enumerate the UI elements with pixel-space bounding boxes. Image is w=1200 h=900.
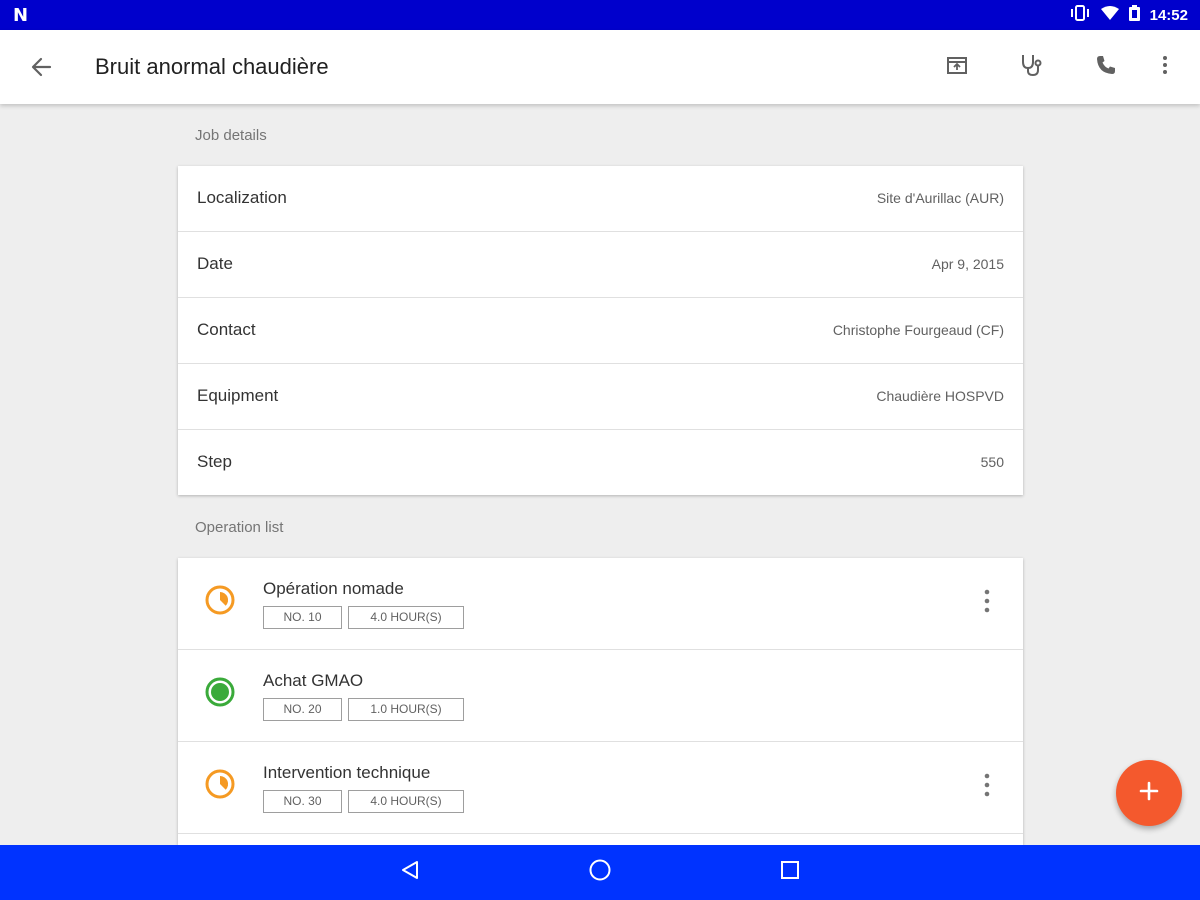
- notification-n-icon: N: [13, 5, 29, 26]
- more-vert-icon: [984, 589, 990, 618]
- done-status-icon: [204, 676, 236, 708]
- operation-number-chip: NO. 20: [263, 698, 342, 721]
- detail-row-localization[interactable]: Localization Site d'Aurillac (AUR): [178, 166, 1023, 232]
- operation-item[interactable]: Achat GMAO NO. 20 1.0 HOUR(S): [178, 650, 1023, 742]
- detail-row-equipment[interactable]: Equipment Chaudière HOSPVD: [178, 364, 1023, 430]
- triangle-back-icon: [399, 859, 421, 886]
- detail-value: Apr 9, 2015: [931, 256, 1004, 272]
- nav-home-button[interactable]: [587, 859, 613, 885]
- operation-chips: NO. 30 4.0 HOUR(S): [263, 790, 464, 813]
- arrow-back-icon: [28, 57, 56, 83]
- detail-label: Date: [197, 254, 233, 273]
- add-operation-button[interactable]: [1116, 760, 1182, 826]
- battery-icon: [1128, 4, 1140, 26]
- detail-value: Christophe Fourgeaud (CF): [832, 322, 1004, 338]
- more-vert-icon: [984, 773, 990, 802]
- detail-value: Site d'Aurillac (AUR): [876, 190, 1004, 206]
- app-bar: Bruit anormal chaudière: [0, 30, 1200, 104]
- detail-value: 550: [980, 454, 1004, 470]
- overflow-menu-button[interactable]: [1150, 52, 1180, 82]
- operation-chips: NO. 10 4.0 HOUR(S): [263, 606, 464, 629]
- operation-chips: NO. 20 1.0 HOUR(S): [263, 698, 464, 721]
- stethoscope-icon: [1018, 52, 1044, 83]
- operation-number-chip: NO. 30: [263, 790, 342, 813]
- operation-item[interactable]: Intervention technique NO. 30 4.0 HOUR(S…: [178, 742, 1023, 834]
- page-title: Bruit anormal chaudière: [95, 54, 329, 79]
- detail-label: Contact: [197, 320, 256, 339]
- plus-icon: [1139, 781, 1159, 806]
- detail-value: Chaudière HOSPVD: [876, 388, 1004, 404]
- status-time: 14:52: [1149, 6, 1188, 24]
- operation-number-chip: NO. 10: [263, 606, 342, 629]
- status-icons: 14:52: [1069, 0, 1188, 30]
- diagnosis-button[interactable]: [1016, 52, 1046, 82]
- operation-menu-button[interactable]: [977, 772, 997, 802]
- job-details-card: Localization Site d'Aurillac (AUR) Date …: [178, 166, 1023, 495]
- operation-name: Achat GMAO: [263, 671, 364, 690]
- status-bar: N 14:52: [0, 0, 1200, 30]
- detail-row-date[interactable]: Date Apr 9, 2015: [178, 232, 1023, 298]
- operation-hours-chip: 4.0 HOUR(S): [348, 606, 464, 629]
- wifi-icon: [1100, 5, 1119, 25]
- nav-recents-button[interactable]: [777, 859, 803, 885]
- nav-back-button[interactable]: [397, 859, 423, 885]
- detail-label: Localization: [197, 188, 287, 207]
- call-button[interactable]: [1091, 52, 1121, 82]
- more-vert-icon: [1162, 55, 1168, 80]
- back-button[interactable]: [28, 55, 56, 79]
- phone-icon: [1094, 53, 1118, 82]
- detail-row-step[interactable]: Step 550: [178, 430, 1023, 495]
- detail-label: Equipment: [197, 386, 279, 405]
- system-nav-bar: [0, 845, 1200, 900]
- vibrate-icon: [1069, 4, 1091, 26]
- calendar-icon: [945, 53, 969, 82]
- operation-hours-chip: 1.0 HOUR(S): [348, 698, 464, 721]
- operation-list-card: Opération nomade NO. 10 4.0 HOUR(S) Acha…: [178, 558, 1023, 845]
- circle-home-icon: [588, 858, 612, 887]
- calendar-button[interactable]: [942, 52, 972, 82]
- operation-menu-button[interactable]: [977, 588, 997, 618]
- operation-list-heading: Operation list: [195, 519, 284, 536]
- detail-label: Step: [197, 452, 232, 471]
- operation-item[interactable]: Opération nomade NO. 10 4.0 HOUR(S): [178, 558, 1023, 650]
- square-recents-icon: [779, 859, 801, 886]
- operation-name: Intervention technique: [263, 763, 431, 782]
- operation-name: Opération nomade: [263, 579, 404, 598]
- detail-row-contact[interactable]: Contact Christophe Fourgeaud (CF): [178, 298, 1023, 364]
- in-progress-status-icon: [204, 768, 236, 800]
- operation-hours-chip: 4.0 HOUR(S): [348, 790, 464, 813]
- job-details-heading: Job details: [195, 127, 267, 144]
- in-progress-status-icon: [204, 584, 236, 616]
